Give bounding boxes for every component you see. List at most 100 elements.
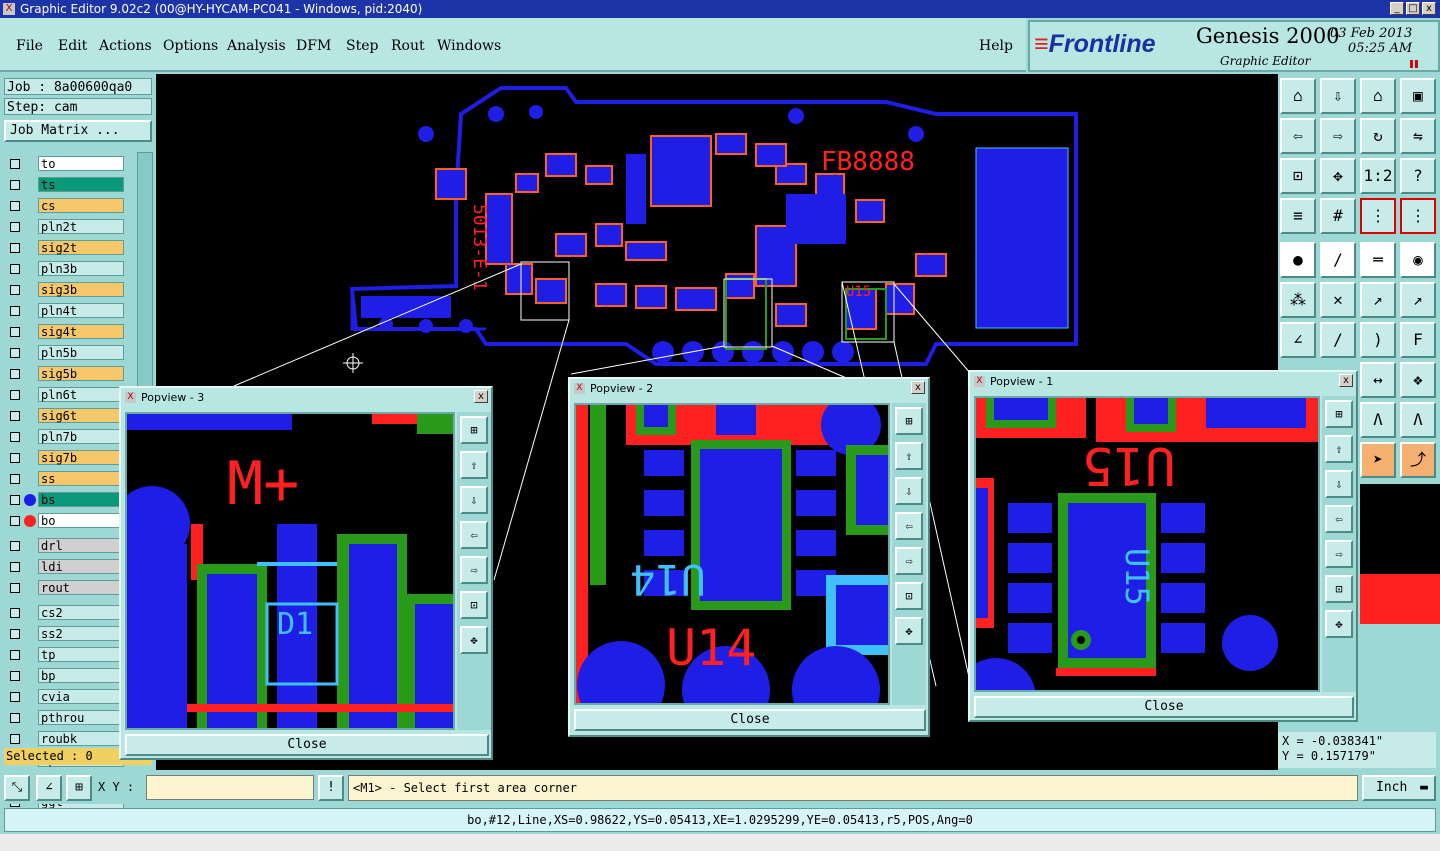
measure-icon[interactable]: ∠: [36, 775, 62, 801]
layer-row[interactable]: sig7b: [4, 450, 128, 466]
layer-row[interactable]: pthrou: [4, 710, 128, 726]
layer-checkbox[interactable]: [10, 608, 20, 618]
layer-name[interactable]: roubk: [38, 731, 124, 746]
popview-2-pan-left-icon[interactable]: ⇦: [895, 512, 923, 540]
layer-row[interactable]: pln4t: [4, 303, 128, 319]
layer-checkbox[interactable]: [10, 201, 20, 211]
layer-checkbox[interactable]: [10, 474, 20, 484]
layer-checkbox[interactable]: [10, 541, 20, 551]
layer-checkbox[interactable]: [10, 411, 20, 421]
layer-name[interactable]: ts: [38, 177, 124, 192]
layer-name[interactable]: ldi: [38, 559, 124, 574]
layer-row[interactable]: sig4t: [4, 324, 128, 340]
popview-1-close-icon[interactable]: x: [1339, 374, 1353, 387]
menu-help[interactable]: Help: [979, 38, 1013, 54]
layer-name[interactable]: pthrou: [38, 710, 124, 725]
popview-1-zoom-in-icon[interactable]: ⊞: [1325, 400, 1353, 428]
layer-checkbox[interactable]: [10, 243, 20, 253]
layer-row[interactable]: sig3b: [4, 282, 128, 298]
layer-row[interactable]: ts: [4, 177, 128, 193]
tool-arc-b-icon[interactable]: Ʌ: [1400, 402, 1436, 438]
popview-1-close-button[interactable]: Close: [974, 696, 1354, 718]
menu-analysis[interactable]: Analysis: [227, 38, 286, 54]
layer-name[interactable]: cvia: [38, 689, 124, 704]
layer-name[interactable]: bp: [38, 668, 124, 683]
tool-angle-icon[interactable]: ∠: [1280, 322, 1316, 358]
popview-3-close-button[interactable]: Close: [125, 734, 489, 756]
layer-row[interactable]: pln5b: [4, 345, 128, 361]
layer-checkbox[interactable]: [10, 495, 20, 505]
layer-name[interactable]: pln4t: [38, 303, 124, 318]
layer-name[interactable]: pln6t: [38, 387, 124, 402]
tool-select-icon[interactable]: ➤: [1360, 442, 1396, 478]
popview-3-close-icon[interactable]: x: [474, 390, 488, 403]
layer-checkbox[interactable]: [10, 629, 20, 639]
popview-3-pan-left-icon[interactable]: ⇦: [460, 521, 488, 549]
layer-name[interactable]: cs2: [38, 605, 124, 620]
menu-file[interactable]: File: [16, 38, 43, 54]
layer-checkbox[interactable]: [10, 671, 20, 681]
layer-checkbox[interactable]: [10, 453, 20, 463]
layer-row[interactable]: drl: [4, 538, 128, 554]
layer-name[interactable]: ss: [38, 471, 124, 486]
popview-1-pan-left-icon[interactable]: ⇦: [1325, 505, 1353, 533]
mini-overview[interactable]: [1360, 484, 1440, 624]
tool-route-icon[interactable]: ⤴: [1400, 442, 1436, 478]
popview-2-pan-right-icon[interactable]: ⇨: [895, 547, 923, 575]
layer-name[interactable]: pln2t: [38, 219, 124, 234]
layer-row[interactable]: sig2t: [4, 240, 128, 256]
popview-2-close-icon[interactable]: x: [911, 381, 925, 394]
tool-grid-icon[interactable]: #: [1320, 198, 1356, 234]
popview-2-close-button[interactable]: Close: [574, 709, 926, 731]
popview-2-fit-icon[interactable]: ⊡: [895, 582, 923, 610]
tool-rotate-icon[interactable]: ↻: [1360, 118, 1396, 154]
tool-add-pad-icon[interactable]: ●: [1280, 242, 1316, 278]
layer-row[interactable]: cs2: [4, 605, 128, 621]
tool-snap-icon[interactable]: ≡: [1280, 198, 1316, 234]
layer-name[interactable]: drl: [38, 538, 124, 553]
tool-dot-icon[interactable]: ◉: [1400, 242, 1436, 278]
layer-checkbox[interactable]: [10, 432, 20, 442]
layer-name[interactable]: tp: [38, 647, 124, 662]
layer-checkbox[interactable]: [10, 369, 20, 379]
layer-checkbox[interactable]: [10, 583, 20, 593]
tool-layers2-icon[interactable]: ⋮: [1400, 198, 1436, 234]
layer-row[interactable]: bp: [4, 668, 128, 684]
popview-3-zoom-icon[interactable]: ✥: [460, 626, 488, 654]
layer-name[interactable]: pln5b: [38, 345, 124, 360]
minimize-button[interactable]: _: [1390, 2, 1404, 15]
popview-1-fit-icon[interactable]: ⊡: [1325, 575, 1353, 603]
tool-ruler-icon[interactable]: ═: [1360, 242, 1396, 278]
layer-checkbox[interactable]: [10, 734, 20, 744]
layer-row[interactable]: sig6t: [4, 408, 128, 424]
popview-2-pan-up-icon[interactable]: ⇧: [895, 442, 923, 470]
layer-name[interactable]: rout: [38, 580, 124, 595]
zoom-area-icon[interactable]: ⤡: [4, 775, 30, 801]
layer-row[interactable]: ss2: [4, 626, 128, 642]
layer-checkbox[interactable]: [10, 562, 20, 572]
layer-name[interactable]: sig7b: [38, 450, 124, 465]
layer-row[interactable]: ss: [4, 471, 128, 487]
layer-name[interactable]: pln7b: [38, 429, 124, 444]
layer-name[interactable]: sig4t: [38, 324, 124, 339]
layer-row[interactable]: cs: [4, 198, 128, 214]
tool-line-icon[interactable]: /: [1320, 322, 1356, 358]
layer-checkbox[interactable]: [10, 516, 20, 526]
layer-row[interactable]: pln7b: [4, 429, 128, 445]
layer-name[interactable]: ss2: [38, 626, 124, 641]
layer-name[interactable]: to: [38, 156, 124, 171]
layer-row[interactable]: bo: [4, 513, 128, 529]
tool-zoom-fit-icon[interactable]: ✥: [1320, 158, 1356, 194]
popview-1-pan-up-icon[interactable]: ⇧: [1325, 435, 1353, 463]
layer-row[interactable]: rout: [4, 580, 128, 596]
popview-1-pan-down-icon[interactable]: ⇩: [1325, 470, 1353, 498]
tool-shapes-icon[interactable]: ❖: [1400, 362, 1436, 398]
layer-row[interactable]: pln2t: [4, 219, 128, 235]
layer-checkbox[interactable]: [10, 327, 20, 337]
menu-options[interactable]: Options: [163, 38, 218, 54]
tool-zoom-home-icon[interactable]: ⌂: [1280, 78, 1316, 114]
layer-row[interactable]: pln6t: [4, 387, 128, 403]
tool-scale-icon[interactable]: 1:2: [1360, 158, 1396, 194]
menu-rout[interactable]: Rout: [391, 38, 425, 54]
tool-pan-left-icon[interactable]: ⇦: [1280, 118, 1316, 154]
